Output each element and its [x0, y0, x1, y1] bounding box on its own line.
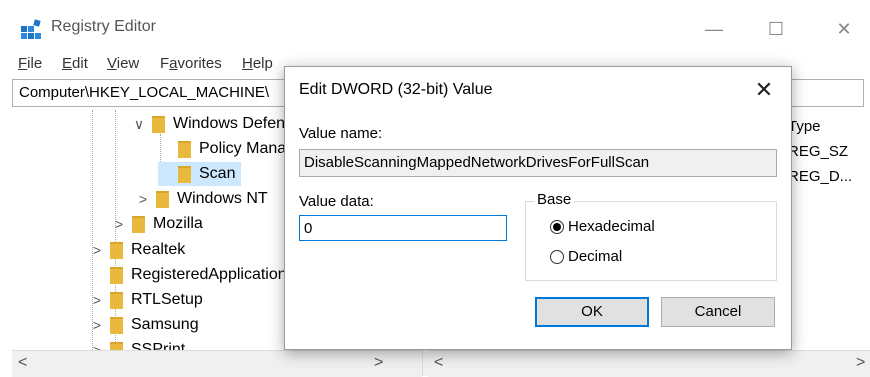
folder-icon [152, 115, 165, 133]
decimal-label: Decimal [568, 248, 623, 265]
scroll-right-arrow[interactable]: > [374, 354, 383, 372]
scroll-right-arrow[interactable]: > [856, 354, 865, 372]
folder-icon [132, 215, 145, 233]
radio-checked-icon[interactable] [550, 219, 564, 234]
menu-view[interactable]: View [107, 55, 139, 72]
ok-button[interactable]: OK [535, 297, 649, 327]
tree-item-samsung[interactable]: > Samsung [90, 313, 199, 337]
values-horizontal-scrollbar[interactable]: < > [428, 350, 870, 377]
menu-help[interactable]: Help [242, 55, 273, 72]
window-title: Registry Editor [51, 18, 156, 35]
tree-item-label: Samsung [131, 316, 199, 333]
value-type-cell[interactable]: REG_D... [788, 168, 852, 193]
value-data-input[interactable] [299, 215, 507, 241]
cancel-button[interactable]: Cancel [661, 297, 775, 327]
dialog-close-button[interactable]: ✕ [749, 75, 779, 105]
folder-icon [156, 190, 169, 208]
dialog-title: Edit DWORD (32-bit) Value [299, 81, 493, 98]
value-data-label: Value data: [299, 193, 374, 210]
tree-item-label: Realtek [131, 241, 186, 258]
chevron-right-icon[interactable]: > [90, 292, 104, 308]
hexadecimal-label: Hexadecimal [568, 218, 655, 235]
tree-item-registered-applications[interactable]: RegisteredApplications [90, 263, 295, 287]
edit-dword-dialog: Edit DWORD (32-bit) Value ✕ Value name: … [284, 66, 792, 350]
tree-item-label: RTLSetup [131, 291, 203, 308]
address-path: Computer\HKEY_LOCAL_MACHINE\ [19, 84, 270, 101]
chevron-right-icon[interactable]: > [90, 342, 104, 350]
value-type-cell[interactable]: REG_SZ [788, 143, 852, 168]
value-name-field: DisableScanningMappedNetworkDrivesForFul… [299, 149, 777, 177]
chevron-right-icon[interactable]: > [136, 191, 150, 207]
folder-icon [110, 341, 123, 350]
tree-item-label: Scan [199, 165, 236, 182]
folder-icon [110, 241, 123, 259]
chevron-right-icon[interactable]: > [90, 317, 104, 333]
tree-item-label: RegisteredApplications [131, 266, 295, 283]
tree-item-rtlsetup[interactable]: > RTLSetup [90, 288, 203, 312]
tree-item-windows-defender[interactable]: ∨ Windows Defender [132, 112, 308, 136]
chevron-right-icon[interactable]: > [112, 216, 126, 232]
scroll-left-arrow[interactable]: < [18, 354, 27, 372]
folder-icon [110, 266, 123, 284]
value-name-label: Value name: [299, 125, 383, 142]
tree-item-label: Mozilla [153, 215, 203, 232]
type-column: Type REG_SZ REG_D... [788, 118, 852, 193]
scroll-left-arrow[interactable]: < [434, 354, 443, 372]
menu-edit[interactable]: Edit [62, 55, 88, 72]
title-bar: Registry Editor — ☐ ✕ [0, 0, 870, 52]
folder-icon [178, 165, 191, 183]
tree-item-label: Windows NT [177, 190, 268, 207]
registry-editor-icon [21, 19, 41, 39]
value-name-text: DisableScanningMappedNetworkDrivesForFul… [304, 154, 650, 171]
tree-item-realtek[interactable]: > Realtek [90, 238, 185, 262]
tree-item-windows-nt[interactable]: > Windows NT [136, 187, 268, 211]
menu-file[interactable]: File [18, 55, 42, 72]
chevron-right-icon[interactable]: > [90, 242, 104, 258]
menu-favorites[interactable]: Favorites [160, 55, 222, 72]
folder-icon [110, 316, 123, 334]
column-header-type[interactable]: Type [788, 118, 852, 143]
hexadecimal-option[interactable]: Hexadecimal [550, 218, 655, 235]
base-label: Base [534, 191, 575, 208]
base-group: Base Hexadecimal Decimal [525, 191, 777, 281]
folder-icon [110, 291, 123, 309]
maximize-button[interactable]: ☐ [756, 14, 796, 44]
tree-item-ssprint[interactable]: > SSPrint [90, 338, 185, 350]
tree-horizontal-scrollbar[interactable]: < > [12, 350, 422, 377]
radio-unchecked-icon[interactable] [550, 249, 564, 264]
decimal-option[interactable]: Decimal [550, 248, 622, 265]
close-window-button[interactable]: ✕ [824, 14, 864, 44]
tree-item-label: SSPrint [131, 341, 186, 350]
chevron-down-icon[interactable]: ∨ [132, 116, 146, 133]
tree-item-mozilla[interactable]: > Mozilla [112, 212, 203, 236]
folder-icon [178, 140, 191, 158]
tree-item-scan[interactable]: Scan [158, 162, 242, 186]
minimize-button[interactable]: — [694, 14, 734, 44]
